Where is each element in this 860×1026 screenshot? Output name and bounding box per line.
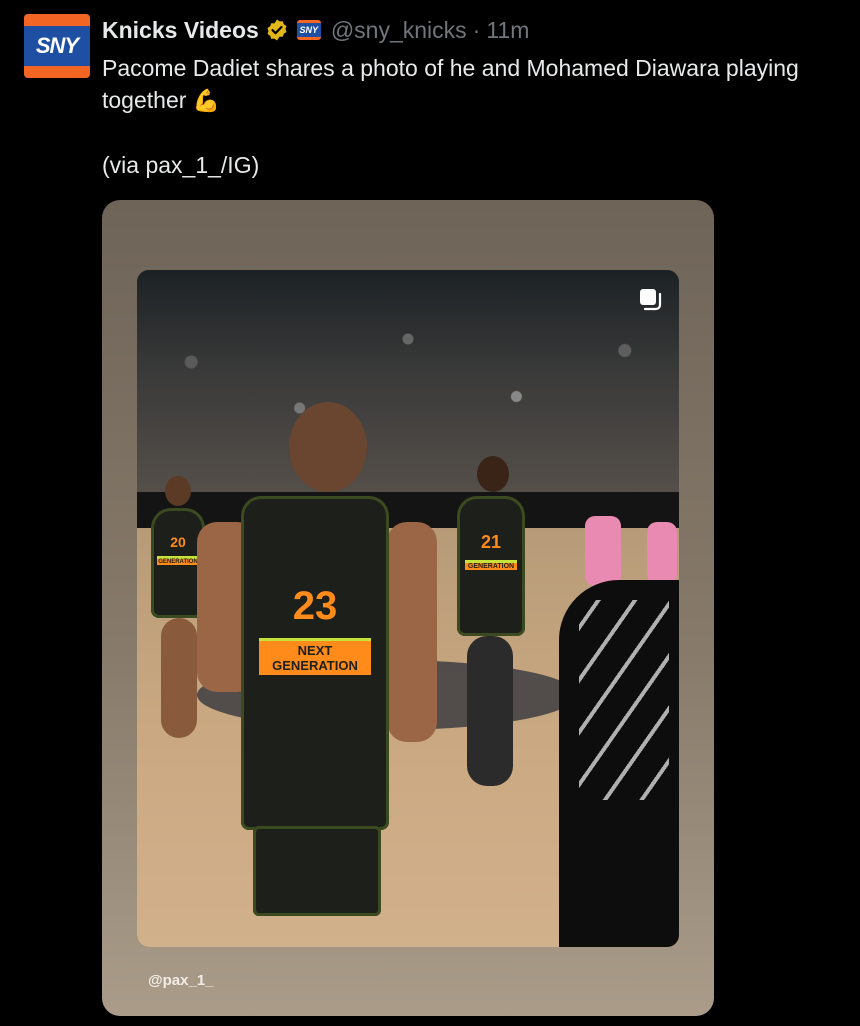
player-20-legs <box>161 618 197 738</box>
flexed-biceps-icon: 💪 <box>192 88 221 113</box>
instagram-handle: @pax_1_ <box>148 972 214 989</box>
timestamp[interactable]: 11m <box>486 17 529 44</box>
multiple-images-icon[interactable] <box>637 286 663 312</box>
media-card[interactable]: 20 GENERATION 21 GENERATION 23 NEXT GENE… <box>102 200 714 1016</box>
avatar-stripe-bottom <box>24 66 90 78</box>
player-21-jersey: 21 GENERATION <box>457 496 525 636</box>
player-21-head <box>477 456 509 492</box>
crowd-background <box>137 270 679 500</box>
referee-stripes <box>579 600 669 800</box>
author-handle[interactable]: @sny_knicks <box>331 17 467 44</box>
player-23-jersey-text: NEXT GENERATION <box>258 638 372 675</box>
basketball-photo[interactable]: 20 GENERATION 21 GENERATION 23 NEXT GENE… <box>137 270 679 947</box>
tweet-text: Pacome Dadiet shares a photo of he and M… <box>102 52 852 181</box>
affiliate-badge-icon[interactable]: SNY <box>296 20 321 40</box>
tweet-header: Knicks Videos SNY @sny_knicks · 11m <box>102 14 529 46</box>
background-player-pink <box>585 516 621 586</box>
avatar[interactable]: SNY <box>24 14 90 78</box>
verified-badge-icon[interactable] <box>265 18 289 42</box>
player-20-head <box>165 476 191 506</box>
tweet-via: (via pax_1_/IG) <box>102 152 260 178</box>
sny-logo-icon: SNY <box>35 33 79 58</box>
player-23-shorts <box>253 826 381 916</box>
player-23-head <box>289 402 367 492</box>
separator-dot: · <box>472 16 481 43</box>
player-23-jersey: 23 NEXT GENERATION <box>241 496 389 830</box>
display-name[interactable]: Knicks Videos <box>102 17 259 44</box>
player-20-jersey-text: GENERATION <box>157 556 199 565</box>
player-23-arm-right <box>387 522 437 742</box>
player-23-number: 23 <box>292 584 338 628</box>
player-21-legs <box>467 636 513 786</box>
referee-shoulder <box>559 580 679 947</box>
player-21-jersey-text: GENERATION <box>465 560 517 570</box>
background-player-pink-2 <box>647 522 677 584</box>
tweet-body: Pacome Dadiet shares a photo of he and M… <box>102 52 852 117</box>
avatar-stripe-top <box>24 14 90 26</box>
player-21-number: 21 <box>480 532 502 552</box>
